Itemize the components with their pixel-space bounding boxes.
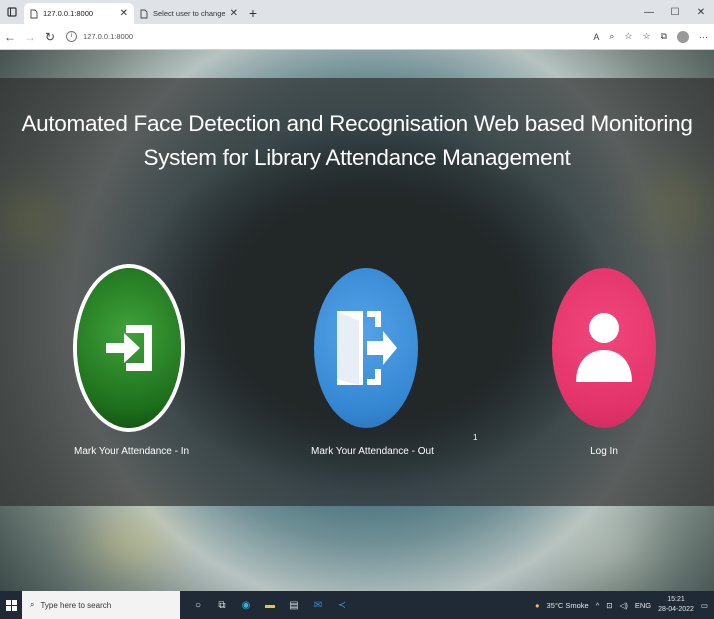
site-info-icon[interactable]: i bbox=[66, 31, 77, 42]
add-favorite-icon[interactable]: ☆ bbox=[624, 31, 632, 42]
vscode-icon[interactable]: ≺ bbox=[336, 599, 348, 611]
refresh-icon[interactable]: ↻ bbox=[40, 30, 60, 44]
weather-icon: ● bbox=[535, 600, 540, 610]
browser-tab-bar: 127.0.0.1:8000 ✕ Select user to change |… bbox=[0, 0, 714, 24]
page-background: Automated Face Detection and Recognisati… bbox=[0, 50, 714, 591]
mark-attendance-out-label[interactable]: Mark Your Attendance - Out bbox=[311, 446, 434, 457]
sign-in-button[interactable] bbox=[77, 268, 181, 428]
tab-title: Select user to change | Django s bbox=[153, 9, 225, 18]
window-controls: — ☐ ✕ bbox=[636, 0, 714, 24]
clock[interactable]: 15:21 28-04-2022 bbox=[658, 595, 694, 615]
tab-django-admin[interactable]: Select user to change | Django s ✕ bbox=[134, 3, 244, 24]
log-in-label[interactable]: Log In bbox=[549, 446, 659, 457]
close-window-icon[interactable]: ✕ bbox=[688, 7, 714, 18]
mark-attendance-in-action[interactable]: Mark Your Attendance - In bbox=[74, 268, 189, 457]
taskbar-search-box[interactable]: ⌕ Type here to search bbox=[22, 591, 180, 619]
sign-out-icon bbox=[337, 311, 397, 385]
taskbar-search-placeholder[interactable]: Type here to search bbox=[40, 601, 111, 610]
profile-icon[interactable] bbox=[677, 30, 689, 43]
file-explorer-icon[interactable]: ▬ bbox=[264, 599, 276, 611]
new-tab-button[interactable]: + bbox=[244, 3, 262, 24]
minimize-icon[interactable]: — bbox=[636, 7, 662, 18]
clock-time: 15:21 bbox=[667, 596, 685, 603]
close-tab-icon[interactable]: ✕ bbox=[230, 8, 238, 19]
weather-text[interactable]: 35°C Smoke bbox=[547, 601, 589, 610]
task-view-icon[interactable]: ⧉ bbox=[216, 599, 228, 611]
back-icon[interactable]: ← bbox=[0, 30, 20, 44]
log-in-button[interactable] bbox=[552, 268, 656, 428]
system-tray: ● 35°C Smoke ^ ⊡ ◁) ENG 15:21 28-04-2022… bbox=[535, 591, 708, 619]
mail-icon[interactable]: ✉ bbox=[312, 599, 324, 611]
mark-attendance-in-label[interactable]: Mark Your Attendance - In bbox=[74, 446, 189, 457]
page-title: Automated Face Detection and Recognisati… bbox=[21, 111, 693, 171]
tab-actions-icon[interactable] bbox=[0, 0, 24, 24]
maximize-icon[interactable]: ☐ bbox=[662, 7, 688, 18]
collections-icon[interactable]: ⧉ bbox=[661, 31, 667, 42]
notepad-icon[interactable]: ▤ bbox=[288, 599, 300, 611]
tab-home[interactable]: 127.0.0.1:8000 ✕ bbox=[24, 3, 134, 24]
edge-icon[interactable]: ◉ bbox=[240, 599, 252, 611]
cortana-icon[interactable]: ○ bbox=[192, 599, 204, 611]
page-icon bbox=[140, 9, 148, 18]
mark-attendance-out-action[interactable]: Mark Your Attendance - Out bbox=[311, 268, 434, 457]
forward-icon[interactable]: → bbox=[20, 30, 40, 44]
network-icon[interactable]: ⊡ bbox=[606, 601, 612, 610]
show-hidden-icons-icon[interactable]: ^ bbox=[596, 601, 600, 610]
read-aloud-icon[interactable]: A bbox=[593, 32, 599, 42]
address-bar: ← → ↻ i 127.0.0.1:8000 A ⌕ ☆ ☆ ⧉ ··· bbox=[0, 24, 714, 50]
tab-title: 127.0.0.1:8000 bbox=[43, 9, 94, 18]
url-text[interactable]: 127.0.0.1:8000 bbox=[83, 32, 133, 41]
volume-icon[interactable]: ◁) bbox=[620, 601, 628, 610]
sign-in-icon bbox=[106, 325, 152, 371]
zoom-icon[interactable]: ⌕ bbox=[609, 31, 614, 42]
page-icon bbox=[30, 9, 38, 18]
stray-text: 1 bbox=[473, 433, 478, 442]
search-icon: ⌕ bbox=[30, 600, 35, 609]
sign-out-button[interactable] bbox=[314, 268, 418, 428]
clock-date: 28-04-2022 bbox=[658, 606, 694, 613]
close-tab-icon[interactable]: ✕ bbox=[120, 8, 128, 19]
url-field[interactable]: i 127.0.0.1:8000 bbox=[66, 31, 133, 42]
more-options-icon[interactable]: ··· bbox=[699, 32, 708, 42]
favorites-icon[interactable]: ☆ bbox=[642, 31, 650, 42]
windows-start-icon[interactable] bbox=[0, 599, 22, 611]
notifications-icon[interactable]: ▭ bbox=[701, 601, 708, 610]
windows-taskbar: ⌕ Type here to search ○ ⧉ ◉ ▬ ▤ ✉ ≺ ● 35… bbox=[0, 591, 714, 619]
user-icon bbox=[576, 313, 632, 382]
log-in-action[interactable]: Log In bbox=[549, 268, 659, 457]
language-indicator[interactable]: ENG bbox=[635, 601, 651, 610]
